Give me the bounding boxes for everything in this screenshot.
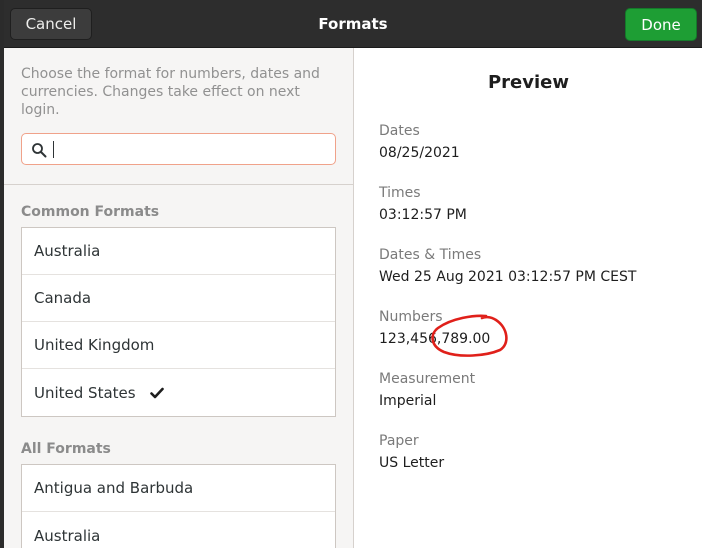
list-item-label: Canada bbox=[34, 289, 92, 307]
dates-label: Dates bbox=[379, 123, 420, 139]
description-text: Choose the format for numbers, dates and… bbox=[21, 66, 320, 118]
measurement-label: Measurement bbox=[379, 371, 476, 387]
text-caret bbox=[53, 141, 54, 158]
all-formats-heading: All Formats bbox=[21, 441, 111, 457]
common-formats-list: Australia Canada United Kingdom United S… bbox=[21, 227, 336, 417]
paper-label: Paper bbox=[379, 433, 419, 449]
dates-value: 08/25/2021 bbox=[379, 145, 460, 161]
header-bar: Cancel Formats Done bbox=[4, 0, 702, 48]
search-input[interactable] bbox=[56, 139, 326, 159]
done-button[interactable]: Done bbox=[625, 8, 697, 41]
format-list-pane: Choose the format for numbers, dates and… bbox=[4, 48, 354, 548]
preview-pane: Preview Dates 08/25/2021 Times 03:12:57 … bbox=[355, 48, 702, 548]
list-item[interactable]: Australia bbox=[22, 228, 335, 275]
list-item-label: United States bbox=[34, 383, 136, 402]
list-item-label: United Kingdom bbox=[34, 336, 155, 354]
dates-times-label: Dates & Times bbox=[379, 247, 482, 263]
all-formats-list: Antigua and Barbuda Australia bbox=[21, 464, 336, 548]
search-icon bbox=[32, 143, 47, 158]
times-label: Times bbox=[379, 185, 421, 201]
list-item-label: Australia bbox=[34, 526, 101, 545]
red-circle-annotation bbox=[431, 314, 508, 357]
list-item[interactable]: United Kingdom bbox=[22, 322, 335, 369]
common-formats-heading: Common Formats bbox=[21, 204, 160, 220]
list-item[interactable]: Canada bbox=[22, 275, 335, 322]
cancel-button[interactable]: Cancel bbox=[10, 8, 92, 40]
dates-times-value: Wed 25 Aug 2021 03:12:57 PM CEST bbox=[379, 269, 637, 285]
divider bbox=[4, 184, 354, 185]
measurement-value: Imperial bbox=[379, 393, 437, 409]
list-item-label: Antigua and Barbuda bbox=[34, 479, 194, 497]
checkmark-icon bbox=[149, 387, 164, 398]
list-item-selected[interactable]: United States bbox=[22, 369, 335, 416]
list-item[interactable]: Antigua and Barbuda bbox=[22, 465, 335, 512]
times-value: 03:12:57 PM bbox=[379, 207, 467, 223]
dialog-title: Formats bbox=[318, 15, 388, 33]
preview-title: Preview bbox=[487, 72, 570, 93]
formats-dialog: Cancel Formats Done Choose the format fo… bbox=[4, 0, 702, 548]
search-field[interactable] bbox=[21, 133, 336, 165]
paper-value: US Letter bbox=[379, 455, 445, 471]
list-item[interactable]: Australia bbox=[22, 512, 335, 548]
list-item-label: Australia bbox=[34, 242, 101, 260]
